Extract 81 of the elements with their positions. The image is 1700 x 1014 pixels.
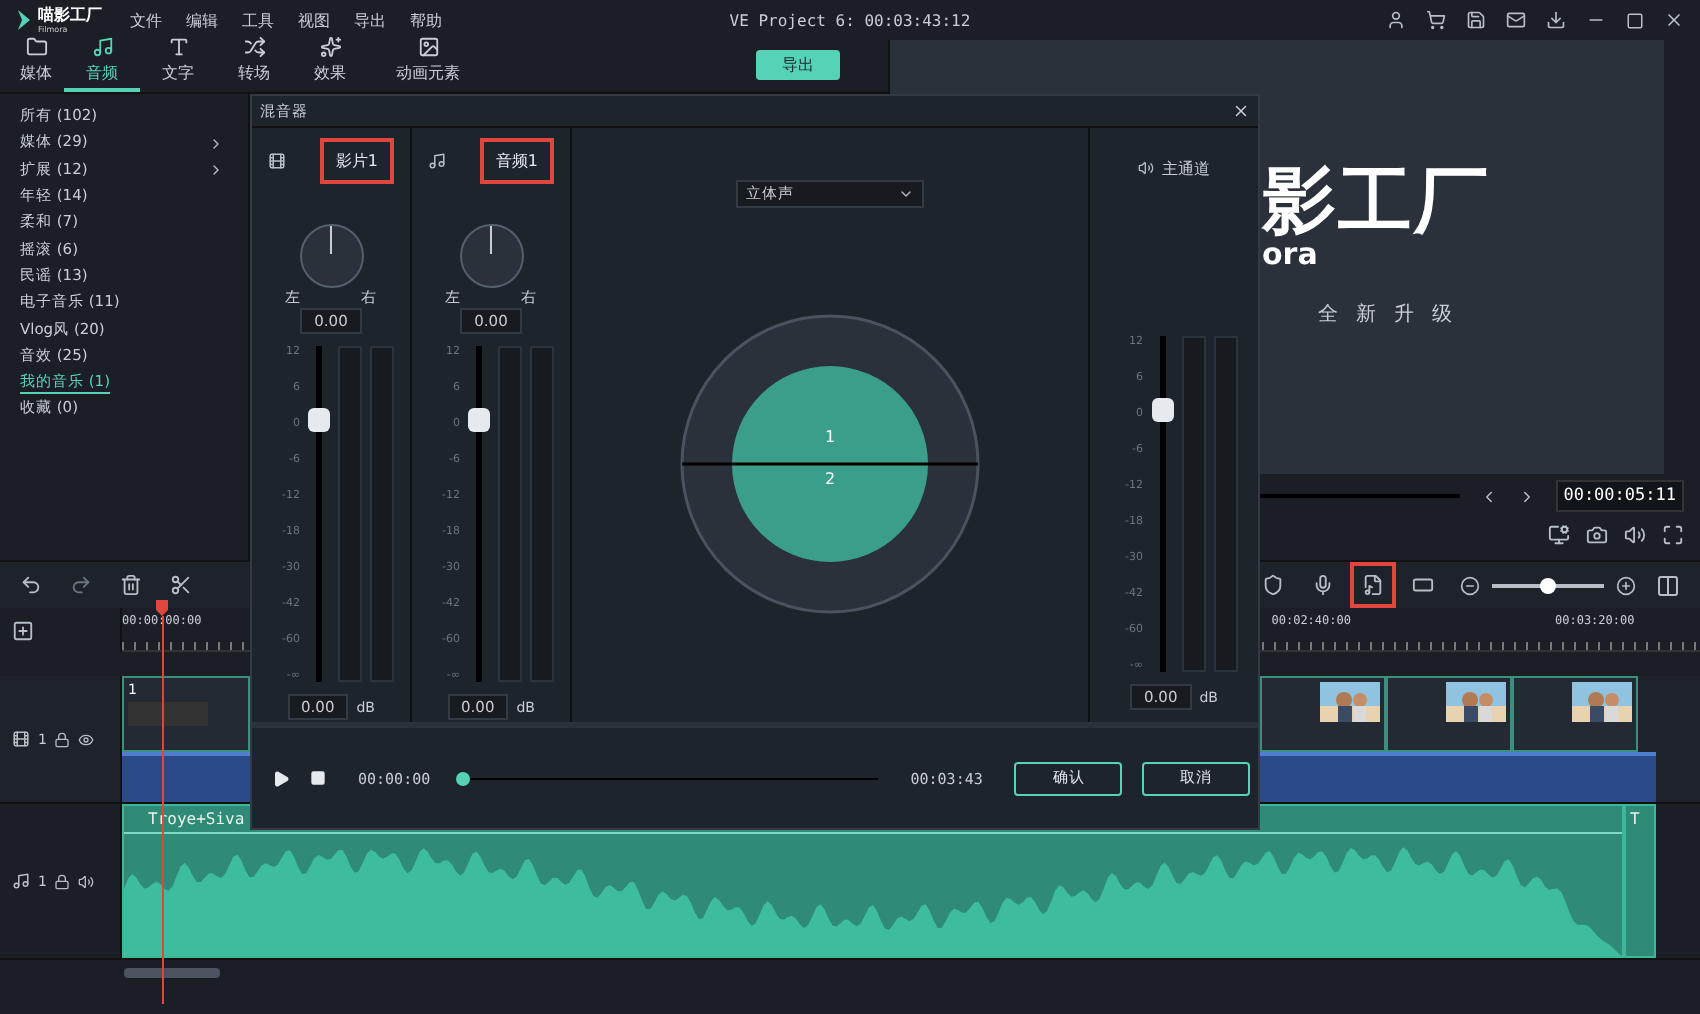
mixer-button[interactable] [1350, 562, 1396, 608]
film-icon [12, 730, 30, 748]
save-icon[interactable] [1466, 10, 1486, 30]
channel-name: 音频1 [479, 137, 554, 183]
fader-handle[interactable] [1151, 397, 1173, 422]
tab[interactable]: 转场 [216, 36, 292, 92]
zoom-in-icon[interactable] [1616, 575, 1636, 595]
brand-title: 影工厂 [1262, 164, 1492, 238]
close-icon[interactable] [1664, 10, 1684, 30]
timecode: 00:00:05:11 [1555, 480, 1684, 512]
tab[interactable]: 效果 [292, 36, 368, 92]
eye-icon[interactable] [78, 731, 95, 747]
menu-item[interactable]: 帮助 [410, 9, 442, 31]
fullscreen-icon[interactable] [1662, 524, 1684, 546]
panner-drawing[interactable] [678, 312, 982, 616]
music-note-icon [428, 151, 446, 169]
scrollbar-thumb[interactable] [124, 967, 220, 977]
lock-icon[interactable] [54, 873, 71, 889]
folder-icon [25, 36, 47, 58]
close-button[interactable] [1232, 102, 1250, 120]
audio-clip[interactable]: T [1624, 804, 1656, 958]
sparkle-icon [319, 36, 341, 58]
volume-icon[interactable] [1624, 524, 1646, 546]
menu-item[interactable]: 文件 [130, 9, 162, 31]
video-clip[interactable] [1260, 676, 1386, 752]
zoom-out-icon[interactable] [1460, 575, 1480, 595]
download-icon[interactable] [1546, 10, 1566, 30]
menu-item[interactable]: 视图 [298, 9, 330, 31]
lock-icon[interactable] [54, 731, 71, 747]
user-icon[interactable] [1386, 10, 1406, 30]
cart-icon[interactable] [1426, 10, 1446, 30]
slogan: 全新升级 [1318, 301, 1472, 327]
video-clip[interactable] [1386, 676, 1512, 752]
fit-icon [1412, 574, 1434, 596]
music-note-icon [12, 872, 30, 890]
mixer-icon [1362, 574, 1384, 596]
channel-name: 主通道 [1162, 157, 1210, 179]
panner-label: 2 [824, 470, 836, 488]
channel-name: 影片1 [319, 137, 394, 183]
cut-icon[interactable] [170, 574, 192, 596]
export-button[interactable]: 导出 [756, 50, 840, 80]
add-track-icon[interactable] [12, 619, 34, 641]
tab[interactable]: 媒体 [8, 36, 64, 92]
brand-subtitle: ora [1262, 238, 1318, 271]
panner-label: 1 [824, 428, 836, 446]
menu-item[interactable]: 导出 [354, 9, 386, 31]
undo-icon[interactable] [20, 574, 42, 596]
chevron-down-icon [898, 186, 914, 202]
tab[interactable]: 文字 [140, 36, 216, 92]
playhead-handle-icon[interactable] [156, 600, 168, 616]
microphone-icon [1312, 574, 1334, 596]
tab[interactable]: 音频 [64, 36, 140, 92]
pan-knob[interactable] [299, 224, 363, 288]
delete-icon[interactable] [120, 574, 142, 596]
display-settings-icon[interactable] [1548, 524, 1570, 546]
play-button[interactable] [272, 769, 290, 787]
marker-icon [1262, 574, 1284, 596]
fader-handle[interactable] [308, 407, 330, 432]
stop-button[interactable] [310, 770, 326, 786]
menu-item[interactable]: 工具 [242, 9, 274, 31]
arrows-icon [243, 36, 265, 58]
music-note-icon [91, 36, 113, 58]
tab[interactable]: 动画元素 [368, 36, 488, 92]
video-clip[interactable] [1512, 676, 1638, 752]
film-icon [268, 151, 286, 169]
speaker-icon [1138, 160, 1154, 176]
fader-handle[interactable] [468, 407, 490, 432]
maximize-icon[interactable] [1626, 11, 1644, 29]
progress-handle[interactable] [456, 771, 471, 785]
pan-knob[interactable] [459, 224, 523, 288]
mail-icon[interactable] [1506, 10, 1526, 30]
window-title: VE Project 6: 00:03:43:12 [729, 11, 971, 29]
camera-icon[interactable] [1586, 524, 1608, 546]
image-icon [417, 36, 439, 58]
zoom-handle[interactable] [1540, 577, 1556, 593]
clip-thumbnail [128, 702, 208, 726]
redo-icon[interactable] [70, 574, 92, 596]
menu-item[interactable]: 编辑 [186, 9, 218, 31]
text-icon [167, 36, 189, 58]
volume-icon[interactable] [78, 873, 95, 889]
columns-icon[interactable] [1656, 573, 1680, 597]
